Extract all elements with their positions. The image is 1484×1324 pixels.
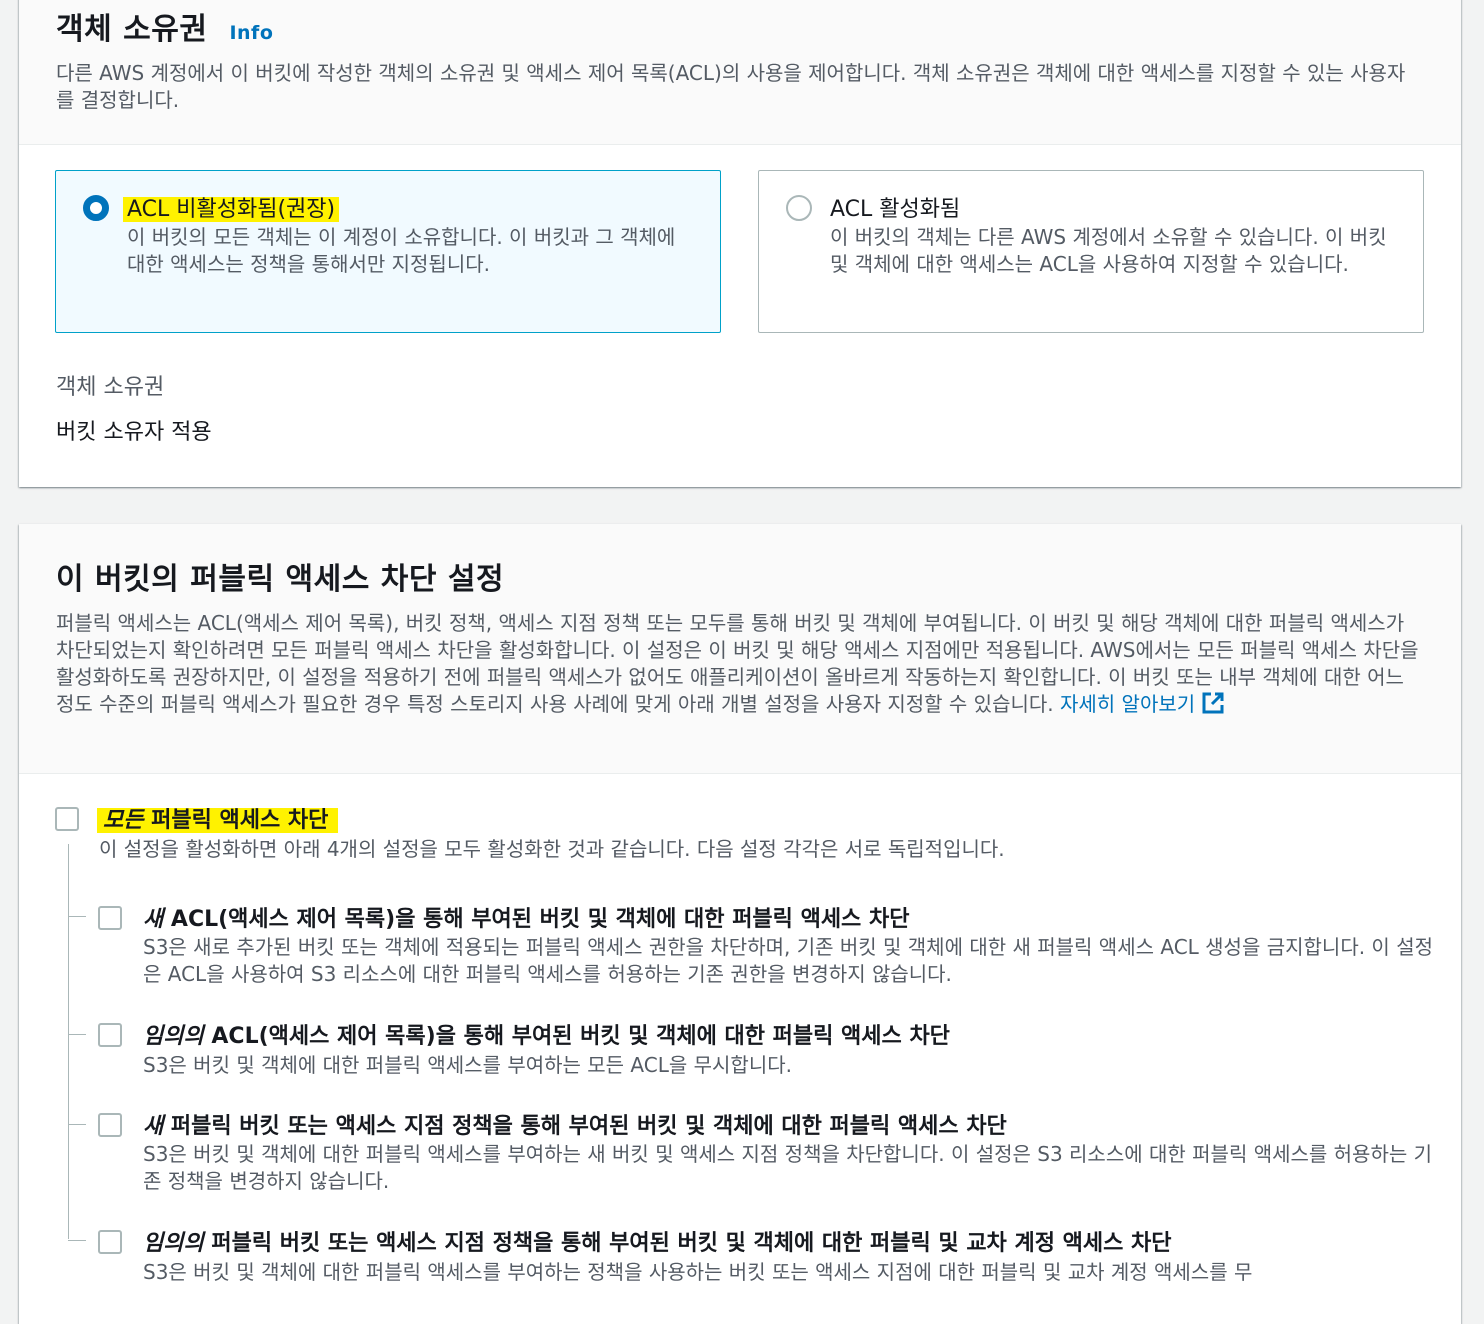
acl-disabled-description: 이 버킷의 모든 객체는 이 계정이 소유합니다. 이 버킷과 그 객체에 대한… xyxy=(127,225,676,276)
acl-enabled-description: 이 버킷의 객체는 다른 AWS 계정에서 소유할 수 있습니다. 이 버킷 및… xyxy=(830,225,1387,276)
tree-branch xyxy=(68,916,86,917)
block-all-label: 모든 퍼블릭 액세스 차단 xyxy=(97,802,339,834)
block-new-policies-label-text: 퍼블릭 버킷 또는 액세스 지점 정책을 통해 부여된 버킷 및 객체에 대한 … xyxy=(170,1114,1007,1139)
block-new-acls-label: 새 ACL(액세스 제어 목록)을 통해 부여된 버킷 및 객체에 대한 퍼블릭… xyxy=(143,901,909,933)
block-new-acls-label-text: ACL(액세스 제어 목록)을 통해 부여된 버킷 및 객체에 대한 퍼블릭 액… xyxy=(170,907,910,932)
block-public-access-title: 이 버킷의 퍼블릭 액세스 차단 설정 xyxy=(56,562,505,597)
acl-disabled-radio[interactable] xyxy=(83,195,109,221)
block-new-policies-emphasis: 새 xyxy=(143,1114,164,1139)
acl-enabled-radio[interactable] xyxy=(786,195,812,221)
info-link[interactable]: Info xyxy=(229,22,273,44)
block-all-checkbox[interactable] xyxy=(55,807,79,831)
block-any-acls-checkbox[interactable] xyxy=(98,1023,122,1047)
acl-disabled-label: ACL 비활성화됨(권장) xyxy=(123,191,340,223)
tree-connector xyxy=(68,844,69,1239)
block-all-description: 이 설정을 활성화하면 아래 4개의 설정을 모두 활성화한 것과 같습니다. … xyxy=(99,837,1005,861)
object-ownership-header: 객체 소유권 Info 다른 AWS 계정에서 이 버킷에 작성한 객체의 소유… xyxy=(19,0,1461,145)
block-all-label-highlight: 모든 퍼블릭 액세스 차단 xyxy=(97,808,339,833)
block-any-acls-label: 임의의 ACL(액세스 제어 목록)을 통해 부여된 버킷 및 객체에 대한 퍼… xyxy=(143,1018,950,1050)
object-ownership-description: 다른 AWS 계정에서 이 버킷에 작성한 객체의 소유권 및 액세스 제어 목… xyxy=(56,61,1406,112)
tree-branch xyxy=(68,1124,86,1125)
block-public-access-header: 이 버킷의 퍼블릭 액세스 차단 설정 퍼블릭 액세스는 ACL(액세스 제어 … xyxy=(19,524,1461,774)
block-new-acls-description: S3은 새로 추가된 버킷 또는 객체에 적용되는 퍼블릭 액세스 권한을 차단… xyxy=(143,935,1433,986)
learn-more-text[interactable]: 자세히 알아보기 xyxy=(1060,692,1195,716)
object-ownership-title: 객체 소유권 xyxy=(56,12,208,47)
object-ownership-key: 객체 소유권 xyxy=(56,375,165,400)
block-any-policies-checkbox[interactable] xyxy=(98,1230,122,1254)
block-new-policies-checkbox[interactable] xyxy=(98,1113,122,1137)
learn-more-link[interactable]: 자세히 알아보기 xyxy=(1060,692,1225,716)
object-ownership-heading: 객체 소유권 Info xyxy=(56,4,1461,48)
block-new-policies-label: 새 퍼블릭 버킷 또는 액세스 지점 정책을 통해 부여된 버킷 및 객체에 대… xyxy=(143,1108,1007,1140)
block-new-acls-checkbox[interactable] xyxy=(98,906,122,930)
block-public-access-panel: 이 버킷의 퍼블릭 액세스 차단 설정 퍼블릭 액세스는 ACL(액세스 제어 … xyxy=(19,524,1461,1324)
block-any-policies-description: S3은 버킷 및 객체에 대한 퍼블릭 액세스를 부여하는 정책을 사용하는 버… xyxy=(143,1260,1253,1284)
block-all-label-text: 퍼블릭 액세스 차단 xyxy=(151,808,329,833)
tree-branch xyxy=(68,1240,86,1241)
object-ownership-panel: 객체 소유권 Info 다른 AWS 계정에서 이 버킷에 작성한 객체의 소유… xyxy=(19,0,1461,487)
block-new-policies-description: S3은 버킷 및 객체에 대한 퍼블릭 액세스를 부여하는 새 버킷 및 액세스… xyxy=(143,1142,1433,1193)
block-any-policies-label-text: 퍼블릭 버킷 또는 액세스 지점 정책을 통해 부여된 버킷 및 객체에 대한 … xyxy=(211,1231,1172,1256)
block-public-access-description: 퍼블릭 액세스는 ACL(액세스 제어 목록), 버킷 정책, 액세스 지점 정… xyxy=(56,610,1421,718)
block-any-policies-label: 임의의 퍼블릭 버킷 또는 액세스 지점 정책을 통해 부여된 버킷 및 객체에… xyxy=(143,1225,1171,1257)
acl-enabled-tile[interactable]: ACL 활성화됨 이 버킷의 객체는 다른 AWS 계정에서 소유할 수 있습니… xyxy=(758,170,1424,333)
acl-disabled-tile[interactable]: ACL 비활성화됨(권장) 이 버킷의 모든 객체는 이 계정이 소유합니다. … xyxy=(55,170,721,333)
acl-enabled-label: ACL 활성화됨 xyxy=(830,197,961,222)
acl-disabled-label-text: ACL 비활성화됨(권장) xyxy=(123,197,340,222)
block-any-policies-emphasis: 임의의 xyxy=(143,1231,204,1256)
tree-branch xyxy=(68,1034,86,1035)
block-all-emphasis: 모든 xyxy=(103,808,144,833)
block-new-acls-emphasis: 새 xyxy=(143,907,164,932)
object-ownership-value: 버킷 소유자 적용 xyxy=(56,420,212,445)
block-any-acls-label-text: ACL(액세스 제어 목록)을 통해 부여된 버킷 및 객체에 대한 퍼블릭 액… xyxy=(211,1024,950,1049)
block-any-acls-emphasis: 임의의 xyxy=(143,1024,204,1049)
external-link-icon xyxy=(1202,692,1224,714)
block-any-acls-description: S3은 버킷 및 객체에 대한 퍼블릭 액세스를 부여하는 모든 ACL을 무시… xyxy=(143,1053,792,1077)
